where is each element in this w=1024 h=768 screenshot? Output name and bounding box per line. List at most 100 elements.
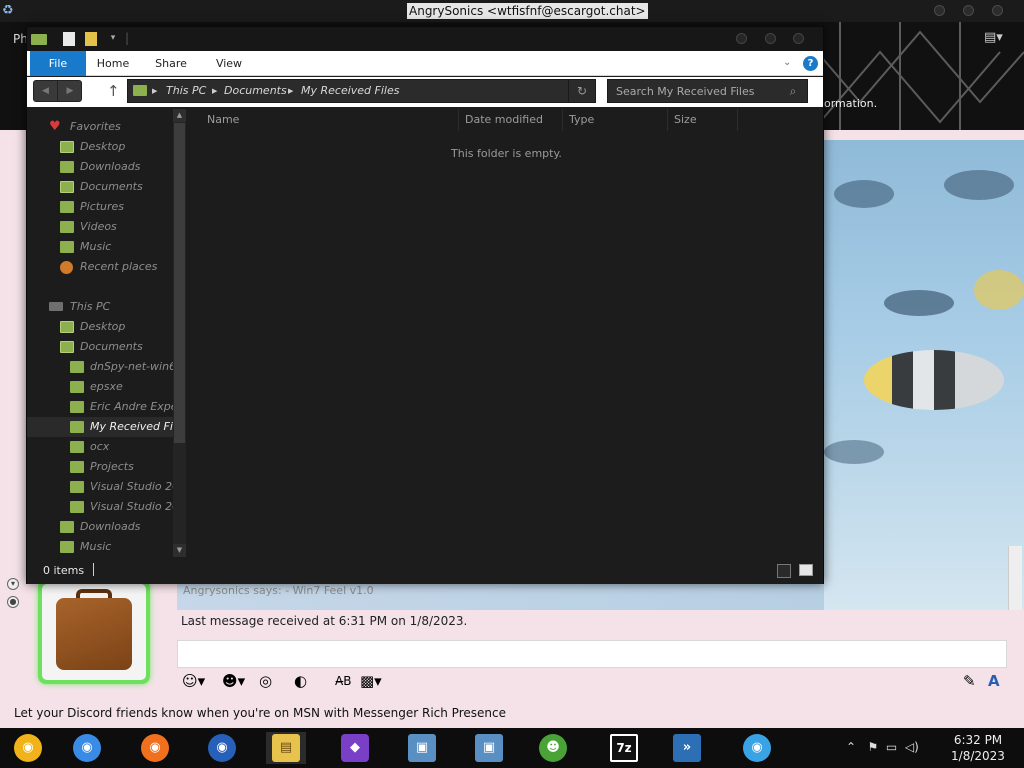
column-type[interactable]: Type (563, 109, 668, 131)
tab-view[interactable]: View (209, 51, 249, 76)
minimize-button[interactable] (736, 33, 747, 44)
nav-favorites-downloads[interactable]: Downloads (27, 157, 173, 177)
taskbar-chrome-canary[interactable]: ◉ (8, 732, 48, 764)
volume-icon[interactable]: ◁) (905, 740, 919, 754)
properties-icon[interactable] (63, 32, 75, 46)
address-bar[interactable]: ▶ This PC ▶ Documents ▶ My Received File… (127, 79, 596, 103)
taskbar-setup-installer[interactable]: ▣ (402, 732, 442, 764)
back-button[interactable]: ◀ (34, 81, 58, 101)
nav-favorites-recent-places[interactable]: Recent places (27, 257, 173, 277)
nav-this-pc[interactable]: This PC (27, 297, 173, 317)
help-icon[interactable]: ? (803, 56, 818, 71)
maximize-button[interactable] (963, 5, 974, 16)
emoticon-icon[interactable]: ☺▾ (182, 672, 205, 690)
tab-home[interactable]: Home (93, 51, 133, 76)
nav-label: Eric Andre Experience (90, 400, 173, 413)
refresh-icon[interactable]: ↻ (568, 80, 595, 102)
breadcrumb-documents[interactable]: Documents (224, 80, 287, 102)
taskbar-7zip[interactable]: 7z (604, 732, 644, 764)
nav-this-pc-documents[interactable]: Documents (27, 337, 173, 357)
nav-folder-my-received-files[interactable]: My Received Files (27, 417, 173, 437)
nav-folder-eric-andre[interactable]: Eric Andre Experience (27, 397, 173, 417)
up-arrow-icon[interactable]: ↑ (107, 81, 120, 101)
close-button[interactable] (992, 5, 1003, 16)
column-size[interactable]: Size (668, 109, 738, 131)
minimize-button[interactable] (934, 5, 945, 16)
search-icon[interactable]: ⌕ (783, 83, 803, 99)
scroll-down-icon[interactable]: ▼ (173, 544, 186, 557)
messenger-titlebar[interactable]: ♻ AngrySonics <wtfisfnf@escargot.chat> (0, 0, 1024, 22)
nav-folder-visual-studio-2019[interactable]: Visual Studio 2019 (27, 477, 173, 497)
nudge-icon[interactable]: ◎ (259, 672, 272, 690)
taskbar-setup-installer-2[interactable]: ▣ (469, 732, 509, 764)
nav-label: Documents (80, 180, 143, 193)
message-input[interactable] (177, 640, 1007, 668)
breadcrumb-this-pc[interactable]: This PC (166, 80, 206, 102)
navigation-pane-scrollbar[interactable]: ▲ ▼ (173, 109, 186, 557)
nav-this-pc-music[interactable]: Music (27, 537, 173, 557)
taskbar-chrome[interactable]: ◉ (67, 732, 107, 764)
column-date-modified[interactable]: Date modified (459, 109, 563, 131)
scroll-up-icon[interactable]: ▲ (173, 109, 186, 122)
nav-this-pc-downloads[interactable]: Downloads (27, 517, 173, 537)
system-tray: ⌃ ⚑ ▭ ◁) (846, 740, 919, 754)
clock[interactable]: 6:32 PM 1/8/2023 (938, 732, 1018, 764)
nav-this-pc-desktop[interactable]: Desktop (27, 317, 173, 337)
nav-favorites[interactable]: ♥ Favorites (27, 117, 173, 137)
taskbar-obama-logo[interactable]: ◉ (202, 732, 242, 764)
font-icon[interactable]: A̶B (335, 672, 351, 690)
explorer-titlebar[interactable]: ▾ | (27, 27, 823, 51)
nav-label: Documents (80, 340, 143, 353)
close-button[interactable] (793, 33, 804, 44)
large-icons-view-icon[interactable] (799, 564, 813, 576)
user-avatar-frame[interactable] (38, 580, 150, 684)
forward-button[interactable]: ▶ (58, 81, 82, 101)
maximize-button[interactable] (765, 33, 776, 44)
nav-folder-visual-studio-2022[interactable]: Visual Studio 2022 (27, 497, 173, 517)
new-folder-icon[interactable] (85, 32, 97, 46)
msn-messenger-icon: ☻ (539, 734, 567, 762)
taskbar-firefox[interactable]: ◉ (135, 732, 175, 764)
text-mode-icon[interactable]: A (988, 672, 1000, 690)
breadcrumb-separator-icon[interactable]: ▶ (288, 80, 293, 102)
breadcrumb-separator-icon[interactable]: ▶ (212, 80, 217, 102)
tab-share[interactable]: Share (151, 51, 191, 76)
column-name[interactable]: Name (201, 109, 459, 131)
nav-folder-dnspy[interactable]: dnSpy-net-win64 (27, 357, 173, 377)
messenger-app-icon[interactable]: ♻ (2, 3, 18, 19)
ad-banner-text[interactable]: Let your Discord friends know when you'r… (14, 706, 506, 720)
chevron-up-icon[interactable]: ⌃ (846, 740, 856, 754)
nav-favorites-documents[interactable]: Documents (27, 177, 173, 197)
network-icon[interactable]: ▭ (886, 740, 897, 754)
nav-folder-epsxe[interactable]: epsxe (27, 377, 173, 397)
flag-icon[interactable]: ⚑ (868, 740, 879, 754)
scrollbar-thumb[interactable] (174, 123, 185, 443)
taskbar-visual-studio[interactable]: ◆ (335, 732, 375, 764)
taskbar-msn-messenger[interactable]: ☻ (533, 732, 573, 764)
details-view-icon[interactable] (777, 564, 791, 578)
chevron-down-icon[interactable]: ⌄ (783, 57, 791, 68)
nav-favorites-pictures[interactable]: Pictures (27, 197, 173, 217)
tab-file[interactable]: File (30, 51, 86, 76)
nav-favorites-music[interactable]: Music (27, 237, 173, 257)
search-input[interactable] (608, 80, 780, 102)
heart-icon: ♥ (49, 119, 61, 134)
wink-icon[interactable]: ☻▾ (222, 672, 245, 690)
nav-folder-projects[interactable]: Projects (27, 457, 173, 477)
clock-time: 6:32 PM (953, 733, 1003, 747)
nav-favorites-desktop[interactable]: Desktop (27, 137, 173, 157)
handwriting-icon[interactable]: ✎ (963, 672, 976, 690)
breadcrumb-my-received-files[interactable]: My Received Files (301, 80, 399, 102)
collapse-icon[interactable]: ▾ (7, 578, 19, 590)
nav-folder-ocx[interactable]: ocx (27, 437, 173, 457)
voice-clip-icon[interactable]: ◐ (294, 672, 307, 690)
taskbar-powershell[interactable]: » (667, 732, 707, 764)
nav-favorites-videos[interactable]: Videos (27, 217, 173, 237)
taskbar-chrome-beta[interactable]: ◉ (737, 732, 777, 764)
chat-scrollbar[interactable] (1008, 546, 1022, 610)
taskbar-file-explorer[interactable]: ▤ (266, 732, 306, 764)
background-icon[interactable]: ▩▾ (360, 672, 382, 690)
webcam-icon[interactable]: ● (7, 596, 19, 608)
menu-icon[interactable]: ▤▾ (984, 30, 1003, 45)
folder-icon[interactable] (31, 34, 47, 45)
